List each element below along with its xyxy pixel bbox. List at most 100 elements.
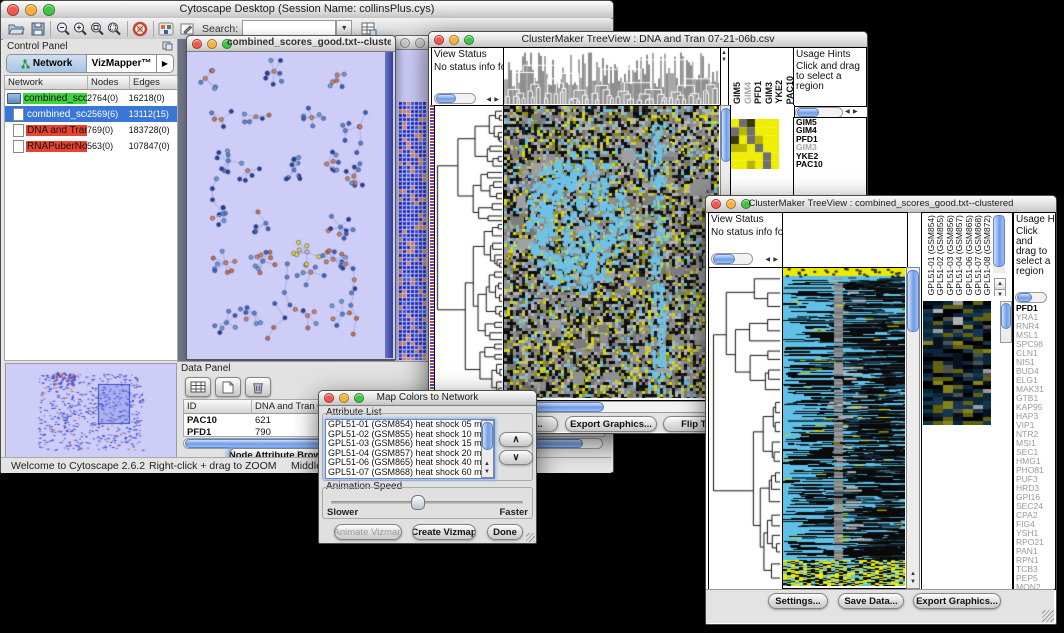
dialog-title-bar[interactable]: Map Colors to Network	[319, 391, 536, 406]
status-welcome: Welcome to Cytoscape 2.6.2	[11, 460, 145, 472]
scroll-thumb[interactable]	[993, 215, 1005, 267]
network-tree-row[interactable]: combined_scores2764(0)16218(0)	[5, 90, 177, 106]
minimize-icon[interactable]	[415, 38, 425, 48]
scroll-right-icon[interactable]: ▶	[853, 108, 858, 116]
tab-overflow-icon[interactable]: ▶	[157, 55, 173, 72]
attribute-list[interactable]: GPL51-01 (GSM854) heat shock 05 minGPL51…	[325, 419, 495, 479]
create-vizmap-button[interactable]: Create Vizmap	[412, 524, 476, 540]
settings-button[interactable]: Settings...	[768, 593, 828, 609]
scroll-left-icon[interactable]: ◀	[765, 256, 770, 264]
scroll-thumb[interactable]	[482, 422, 493, 450]
minimize-icon[interactable]	[207, 39, 217, 49]
treeview1-title-bar[interactable]: ClusterMaker TreeView : DNA and Tran 07-…	[429, 32, 867, 48]
tab-vizmapper[interactable]: VizMapper™	[87, 55, 157, 72]
tv1-zoom-heatmap-canvas[interactable]	[731, 119, 779, 169]
col-edges[interactable]: Edges	[130, 76, 175, 89]
done-button[interactable]: Done	[487, 524, 523, 540]
network-graph-canvas[interactable]	[187, 52, 385, 358]
tv2-row-dendrogram-panel[interactable]	[708, 267, 783, 591]
animate-vizmap-button[interactable]: Animate Vizmap	[334, 524, 402, 540]
tv1-row-dendrogram-canvas[interactable]	[435, 106, 502, 398]
network-view-window-back[interactable]	[394, 35, 431, 363]
attribute-list-scrollbar[interactable]: ▲▼	[481, 420, 494, 478]
open-session-icon[interactable]	[7, 21, 25, 37]
network-overview-canvas[interactable]	[6, 364, 174, 456]
tv1-row-dendrogram-panel[interactable]	[434, 105, 505, 401]
export-graphics-button[interactable]: Export Graphics...	[565, 416, 657, 432]
tv2-heatmap-vscrollbar[interactable]: ▲▼	[906, 267, 920, 589]
zoom-in-icon[interactable]	[72, 21, 89, 37]
tv1-row-label[interactable]: PAC10	[794, 160, 866, 168]
tv2-zoom-panel	[921, 296, 1013, 590]
select-attributes-icon[interactable]	[185, 377, 211, 397]
treeview2-window[interactable]: ClusterMaker TreeView : combined_scores_…	[705, 195, 1057, 625]
scroll-left-icon[interactable]: ◀	[845, 108, 850, 116]
edges-count: 16218(0)	[129, 93, 177, 103]
tv1-column-label[interactable]: GIM3	[764, 82, 774, 104]
tv2-zoom-heatmap-canvas[interactable]	[923, 301, 991, 425]
col-nodes[interactable]: Nodes	[88, 76, 130, 89]
resize-grip[interactable]	[1042, 610, 1054, 622]
save-session-icon[interactable]	[30, 21, 46, 37]
float-panel-icon[interactable]	[162, 41, 177, 51]
network-view-window[interactable]: combined_scores_good.txt--cluste...	[186, 35, 396, 360]
treeview2-title-bar[interactable]: ClusterMaker TreeView : combined_scores_…	[706, 196, 1056, 213]
scroll-left-icon[interactable]: ◀	[486, 96, 491, 104]
attribute-list-item[interactable]: GPL51-07 (GSM868) heat shock 60 min	[326, 468, 494, 478]
tv2-heatmap-canvas[interactable]	[783, 268, 905, 586]
network-window-title-bar[interactable]: combined_scores_good.txt--cluste...	[187, 36, 395, 52]
scroll-thumb[interactable]	[1001, 303, 1011, 329]
animation-speed-slider-thumb[interactable]	[411, 495, 425, 510]
export-graphics-button[interactable]: Export Graphics...	[913, 593, 1001, 609]
scroll-thumb[interactable]	[907, 270, 919, 332]
data-col-id[interactable]: ID	[184, 400, 252, 413]
zoom-fit-icon[interactable]	[89, 21, 106, 37]
tv1-column-label[interactable]: PFD1	[753, 81, 763, 104]
tv1-column-label[interactable]: YKE2	[774, 80, 784, 104]
network-tree-row[interactable]: RNAPuberNov2 +563(0)107847(0)	[5, 138, 177, 154]
col-network[interactable]: Network	[5, 76, 88, 89]
main-title-bar[interactable]: Cytoscape Desktop (Session Name: collins…	[1, 1, 613, 19]
new-attribute-icon[interactable]	[215, 377, 241, 397]
gene-list-scrollbar[interactable]	[1015, 292, 1047, 303]
tv1-column-dendrogram-canvas[interactable]	[504, 48, 719, 104]
tv2-status-scrollbar[interactable]	[711, 253, 753, 265]
tv1-column-dendrogram-panel[interactable]	[503, 47, 722, 107]
scroll-right-icon[interactable]: ▶	[773, 256, 778, 264]
tv1-heatmap-panel[interactable]	[503, 105, 722, 401]
resize-grip[interactable]	[526, 533, 535, 542]
tv1-column-label[interactable]: GIM4	[743, 82, 753, 104]
close-icon[interactable]	[400, 38, 410, 48]
move-down-button[interactable]: ∨	[499, 450, 533, 465]
zoom-out-icon[interactable]	[55, 21, 72, 37]
tv2-collabels-scrollbar[interactable]	[993, 215, 1005, 273]
save-data-button[interactable]: Save Data...	[838, 593, 904, 609]
tv1-status-scrollbar[interactable]	[434, 93, 476, 104]
network-window-right-scrollbar[interactable]	[385, 52, 393, 358]
zoom-selected-icon[interactable]	[106, 21, 123, 37]
gene-list[interactable]: PFD1YRA1RNR4MSL1SPC98CLN1NIS1BUD4ELG1MAK…	[1016, 304, 1044, 590]
tv2-column-dendrogram-panel[interactable]	[782, 212, 908, 268]
map-colors-dialog[interactable]: Map Colors to Network Attribute List GPL…	[318, 390, 537, 544]
network-tree-row[interactable]: combined_sco2569(6)13112(15)	[5, 106, 177, 122]
tv2-column-label[interactable]: GPL51-04 (GSM857)	[954, 215, 964, 295]
close-icon[interactable]	[192, 39, 202, 49]
control-panel: Control Panel Network VizMapper™ ▶ Netwo…	[3, 39, 178, 457]
tv2-column-label[interactable]: GPL51-02 (GSM855)	[935, 215, 945, 295]
move-up-button[interactable]: ∧	[499, 432, 533, 447]
tv2-zoom-scrollbar[interactable]	[1000, 301, 1012, 343]
vizmapper-icon[interactable]	[158, 21, 175, 37]
tab-network[interactable]: Network	[7, 55, 87, 72]
tv2-column-label[interactable]: GPL51-08 (GSM872)	[982, 215, 992, 295]
help-icon[interactable]	[132, 21, 149, 37]
network-overview-panel[interactable]	[5, 363, 177, 459]
back-window-title-bar[interactable]	[395, 36, 430, 50]
network-tree-row[interactable]: DNA and Tran 07769(0)183728(0)	[5, 122, 177, 138]
tv1-column-label[interactable]: GIM5	[732, 82, 742, 104]
tv2-row-dendrogram-canvas[interactable]	[709, 268, 780, 588]
animation-speed-slider-track[interactable]	[331, 501, 523, 504]
scroll-right-icon[interactable]: ▶	[494, 96, 499, 104]
tv1-heatmap-canvas[interactable]	[504, 106, 719, 398]
tv2-heatmap-panel[interactable]	[782, 267, 908, 589]
delete-attribute-icon[interactable]	[245, 377, 271, 397]
